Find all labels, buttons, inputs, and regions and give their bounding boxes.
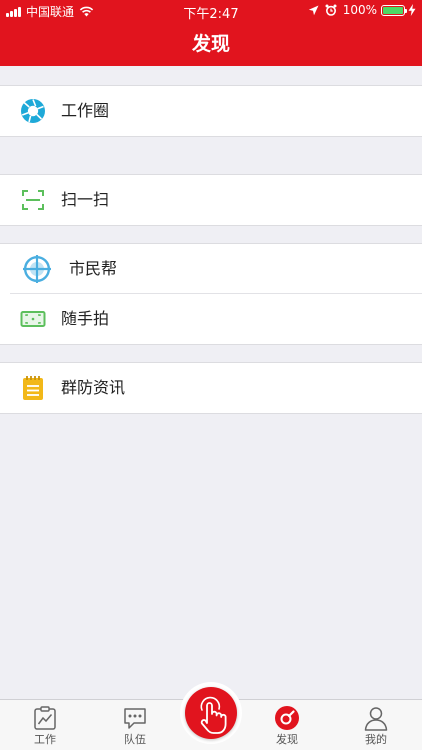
- menu-item-snapshot[interactable]: 随手拍: [0, 294, 422, 344]
- menu-group-moments: 工作圈: [0, 85, 422, 137]
- battery-icon: [381, 4, 407, 16]
- aperture-icon: [21, 99, 45, 123]
- menu-item-label: 工作圈: [61, 101, 110, 120]
- status-bar: 中国联通 下午2:47 100%: [0, 0, 422, 22]
- menu-item-moments[interactable]: 工作圈: [0, 86, 422, 136]
- camera-frame-icon: [20, 311, 46, 327]
- menu-item-news[interactable]: 群防资讯: [0, 363, 422, 413]
- tab-discover[interactable]: 发现: [252, 700, 322, 750]
- tab-work[interactable]: 工作: [10, 700, 80, 750]
- menu-item-label: 群防资讯: [61, 378, 126, 397]
- tab-team[interactable]: 队伍: [100, 700, 170, 750]
- charging-bolt-icon: [408, 4, 416, 16]
- crosshair-icon: [23, 255, 51, 283]
- tab-label: 发现: [276, 733, 298, 746]
- compass-icon: [275, 706, 299, 730]
- tab-label: 工作: [34, 733, 56, 746]
- notepad-icon: [23, 376, 43, 400]
- location-arrow-icon: [308, 5, 319, 15]
- chat-bubble-icon: [124, 708, 146, 729]
- alarm-icon: [325, 4, 337, 16]
- menu-item-label: 扫一扫: [61, 190, 110, 209]
- tab-label: 我的: [365, 733, 387, 746]
- page-title: 发现: [0, 22, 422, 66]
- battery-percent: 100%: [342, 3, 377, 17]
- person-icon: [364, 707, 388, 731]
- tab-mine[interactable]: 我的: [341, 700, 411, 750]
- menu-item-label: 市民帮: [69, 259, 118, 278]
- menu-group-scan: 扫一扫: [0, 174, 422, 226]
- menu-item-label: 随手拍: [61, 309, 110, 328]
- center-action-inner: [185, 687, 237, 739]
- center-action-button[interactable]: [180, 682, 242, 744]
- status-right: 100%: [308, 3, 416, 17]
- menu-item-scan[interactable]: 扫一扫: [0, 175, 422, 225]
- tap-hand-icon: [200, 696, 227, 734]
- menu-group-citizen: 市民帮 随手拍: [0, 243, 422, 345]
- scan-icon: [22, 190, 44, 210]
- tab-label: 队伍: [124, 733, 146, 746]
- menu-item-citizen-help[interactable]: 市民帮: [0, 244, 422, 294]
- chart-clipboard-icon: [34, 706, 56, 730]
- menu-group-news: 群防资讯: [0, 362, 422, 414]
